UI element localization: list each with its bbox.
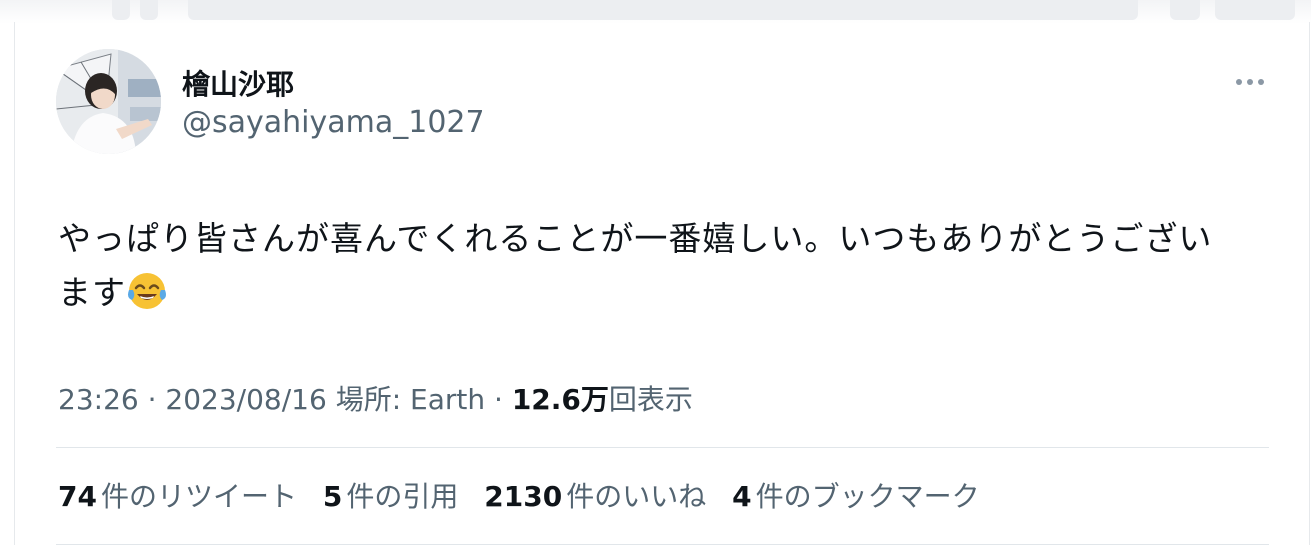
top-toolbar-edge	[0, 0, 1311, 24]
engagement-stats: 74 件のリツイート 5 件の引用 2130 件のいいね 4 件のブックマーク	[58, 475, 997, 515]
likes-label: 件のいいね	[566, 480, 707, 513]
retweets-stat[interactable]: 74 件のリツイート	[58, 475, 297, 515]
likes-count: 2130	[484, 480, 563, 513]
author-display-name[interactable]: 檜山沙耶	[182, 63, 294, 103]
quotes-label: 件の引用	[346, 480, 459, 513]
likes-stat[interactable]: 2130 件のいいね	[484, 475, 706, 515]
tweet-metadata: 23:26 · 2023/08/16 場所: Earth · 12.6万回表示	[58, 378, 693, 418]
retweets-count: 74	[58, 480, 97, 513]
tweet-page: 檜山沙耶 @sayahiyama_1027 やっぱり皆さんが喜んでくれることが一…	[0, 0, 1311, 545]
bookmarks-count: 4	[732, 480, 752, 513]
author-handle[interactable]: @sayahiyama_1027	[182, 105, 485, 140]
tweet-time[interactable]: 23:26	[58, 383, 139, 416]
meta-separator: ·	[138, 383, 166, 416]
tweet-text-segment: ます	[58, 273, 126, 312]
more-horizontal-icon	[1236, 79, 1264, 85]
tweet-text-line: ます	[58, 266, 1273, 320]
tweet-location: 場所: Earth	[326, 383, 486, 416]
tweet-date[interactable]: 2023/08/16	[165, 383, 326, 416]
avatar[interactable]	[56, 49, 161, 154]
views-count: 12.6万	[511, 383, 609, 416]
divider	[56, 447, 1269, 448]
quotes-count: 5	[322, 480, 343, 513]
more-options-button[interactable]	[1230, 68, 1270, 96]
bookmarks-label: 件のブックマーク	[755, 480, 980, 513]
meta-separator: ·	[485, 383, 512, 416]
bookmarks-stat[interactable]: 4 件のブックマーク	[732, 475, 980, 515]
face-with-tears-of-joy-emoji-icon	[128, 273, 166, 309]
views-label: 回表示	[608, 383, 693, 416]
quotes-stat[interactable]: 5 件の引用	[323, 475, 459, 515]
retweets-label: 件のリツイート	[100, 480, 297, 513]
tweet-text: やっぱり皆さんが喜んでくれることが一番嬉しい。いつもありがとうござい ます	[58, 212, 1273, 320]
tweet-text-line: やっぱり皆さんが喜んでくれることが一番嬉しい。いつもありがとうござい	[58, 219, 1213, 258]
avatar-photo	[56, 49, 161, 154]
